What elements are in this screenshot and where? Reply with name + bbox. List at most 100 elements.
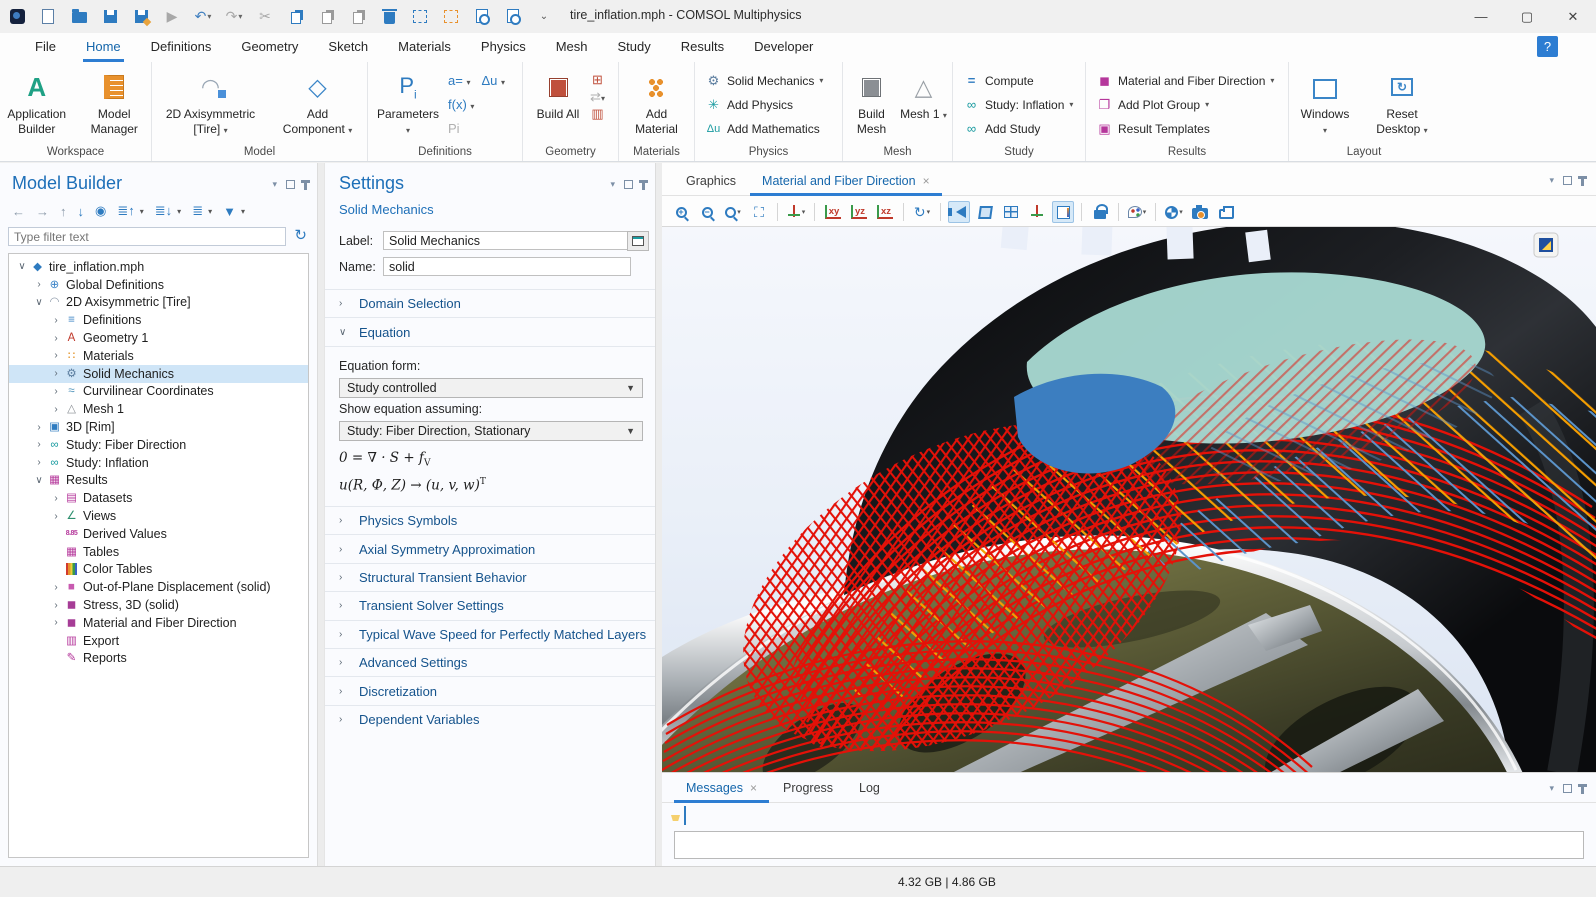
partition-icon[interactable]: ▥ [589,106,606,121]
panel-menu-icon[interactable]: ▾ [1549,175,1554,186]
application-builder-button[interactable]: A Application Builder [0,68,74,137]
filter-refresh-icon[interactable]: ↻ [294,226,307,244]
panel-float-icon[interactable] [286,180,295,189]
tree-chevron-icon[interactable]: ∨ [15,261,29,272]
nonlocal-couplings-button[interactable]: Δu ▾ [481,73,505,88]
close-button[interactable]: ✕ [1550,0,1596,33]
scene-light-icon[interactable] [948,201,970,223]
save-icon[interactable] [99,4,121,28]
toolbar-overflow-icon[interactable]: ⌄ [533,4,555,28]
show-equation-select[interactable]: Study: Fiber Direction, Stationary▼ [339,421,643,441]
undo-icon[interactable]: ↶▾ [192,4,214,28]
tree-chevron-icon[interactable]: › [49,493,63,504]
tab-messages[interactable]: Messages× [674,781,769,802]
move-down-icon[interactable]: ↓ [78,204,85,219]
tree-chevron-icon[interactable]: › [49,386,63,397]
tree-item[interactable]: ✎Reports [9,650,308,668]
section-domain-selection[interactable]: ›Domain Selection [325,289,655,317]
tree-filter-input[interactable] [8,227,286,246]
graphics-canvas[interactable] [662,226,1596,772]
tree-chevron-icon[interactable]: ∨ [32,297,46,308]
parameter-case-button[interactable]: Pi [448,121,460,136]
messages-output[interactable] [674,831,1584,859]
tree-item[interactable]: ›△Mesh 1 [9,400,308,418]
expand-icon[interactable]: ≣↑ [117,203,134,219]
panel-pin-icon[interactable] [1581,784,1584,794]
tree-item[interactable]: ∨◆tire_inflation.mph [9,258,308,276]
view-xy-icon[interactable]: xy [822,201,844,223]
tab-physics[interactable]: Physics [468,33,539,62]
tab-sketch[interactable]: Sketch [315,33,381,62]
tree-item[interactable]: ∨◠2D Axisymmetric [Tire] [9,294,308,312]
add-study-button[interactable]: ∞Add Study [963,118,1085,139]
transparency-icon[interactable] [974,201,996,223]
print-preview-icon[interactable] [502,4,524,28]
2d-axisymmetric-button[interactable]: ◠ 2D Axisymmetric [Tire] ▾ [161,68,261,138]
tab-close-icon[interactable]: × [923,174,930,188]
tree-item[interactable]: ›∷Materials [9,347,308,365]
tree-chevron-icon[interactable]: › [49,368,63,379]
tree-item[interactable]: ›∞Study: Inflation [9,454,308,472]
delete-icon[interactable] [378,4,400,28]
tab-home[interactable]: Home [73,33,134,62]
label-input[interactable] [383,231,631,250]
solid-mechanics-dropdown[interactable]: ⚙Solid Mechanics ▾ [705,70,842,91]
add-mathematics-button[interactable]: ΔuAdd Mathematics [705,118,842,139]
back-icon[interactable]: ← [12,204,25,219]
panel-pin-icon[interactable] [642,180,645,190]
panel-menu-icon[interactable]: ▾ [610,179,615,190]
tree-chevron-icon[interactable]: › [49,582,63,593]
study-inflation-dropdown[interactable]: ∞Study: Inflation ▾ [963,94,1085,115]
maximize-button[interactable]: ▢ [1504,0,1550,33]
default-view-icon[interactable]: ▾ [785,201,807,223]
tab-file[interactable]: File [22,33,69,62]
windows-button[interactable]: Windows▾ [1294,68,1356,138]
draw-selection-icon[interactable] [440,4,462,28]
snapshot-icon[interactable] [1189,201,1211,223]
minimize-button[interactable]: — [1458,0,1504,33]
tree-item[interactable]: ▦Tables [9,543,308,561]
section-equation[interactable]: ∨Equation [325,317,655,345]
parameters-button[interactable]: Pi Parameters▾ [368,68,448,139]
compute-button[interactable]: =Compute [963,70,1085,91]
panel-float-icon[interactable] [1563,176,1572,185]
settings-section-axial-symmetry-approximation[interactable]: ›Axial Symmetry Approximation [325,534,655,562]
tree-chevron-icon[interactable]: › [49,333,63,344]
tree-chevron-icon[interactable]: › [49,350,63,361]
tree-chevron-icon[interactable]: › [32,279,46,290]
settings-section-physics-symbols[interactable]: ›Physics Symbols [325,506,655,534]
tab-progress[interactable]: Progress [771,781,845,802]
tree-chevron-icon[interactable]: › [32,457,46,468]
zoom-selection-icon[interactable] [409,4,431,28]
help-button[interactable]: ? [1537,36,1558,57]
run-icon[interactable]: ▶ [161,4,183,28]
tree-item[interactable]: ›■Out-of-Plane Displacement (solid) [9,578,308,596]
material-fiber-direction-dropdown[interactable]: ◼Material and Fiber Direction ▾ [1096,70,1288,91]
variables-button[interactable]: a= ▾ [448,73,470,88]
duplicate-icon[interactable] [347,4,369,28]
tree-item[interactable]: ›AGeometry 1 [9,329,308,347]
settings-section-typical-wave-speed-for-perfectly-matched-layers[interactable]: ›Typical Wave Speed for Perfectly Matche… [325,620,655,648]
mesh-1-button[interactable]: △ Mesh 1 ▾ [900,68,948,137]
show-axes-icon[interactable] [1026,201,1048,223]
tree-item[interactable]: ›⚙Solid Mechanics [9,365,308,383]
build-all-button[interactable]: Build All [535,68,581,122]
reset-desktop-button[interactable]: ↻ Reset Desktop ▾ [1370,68,1434,138]
add-material-button[interactable]: Add Material [624,68,690,137]
result-templates-button[interactable]: ▣Result Templates [1096,118,1288,139]
tree-chevron-icon[interactable]: › [49,511,63,522]
tab-study[interactable]: Study [605,33,664,62]
collapse-icon[interactable]: ≣↓ [155,203,172,219]
cut-icon[interactable]: ✂ [254,4,276,28]
copy-icon[interactable] [285,4,307,28]
tree-item[interactable]: ›≈Curvilinear Coordinates [9,383,308,401]
tree-item[interactable]: ›◼Stress, 3D (solid) [9,596,308,614]
tree-chevron-icon[interactable]: › [32,439,46,450]
view-xz-icon[interactable]: xz [874,201,896,223]
settings-section-dependent-variables[interactable]: ›Dependent Variables [325,705,655,733]
panel-float-icon[interactable] [624,180,633,189]
equation-form-select[interactable]: Study controlled▼ [339,378,643,398]
open-in-table-icon[interactable] [684,807,686,825]
settings-section-discretization[interactable]: ›Discretization [325,676,655,704]
tree-item[interactable]: ›⊕Global Definitions [9,276,308,294]
